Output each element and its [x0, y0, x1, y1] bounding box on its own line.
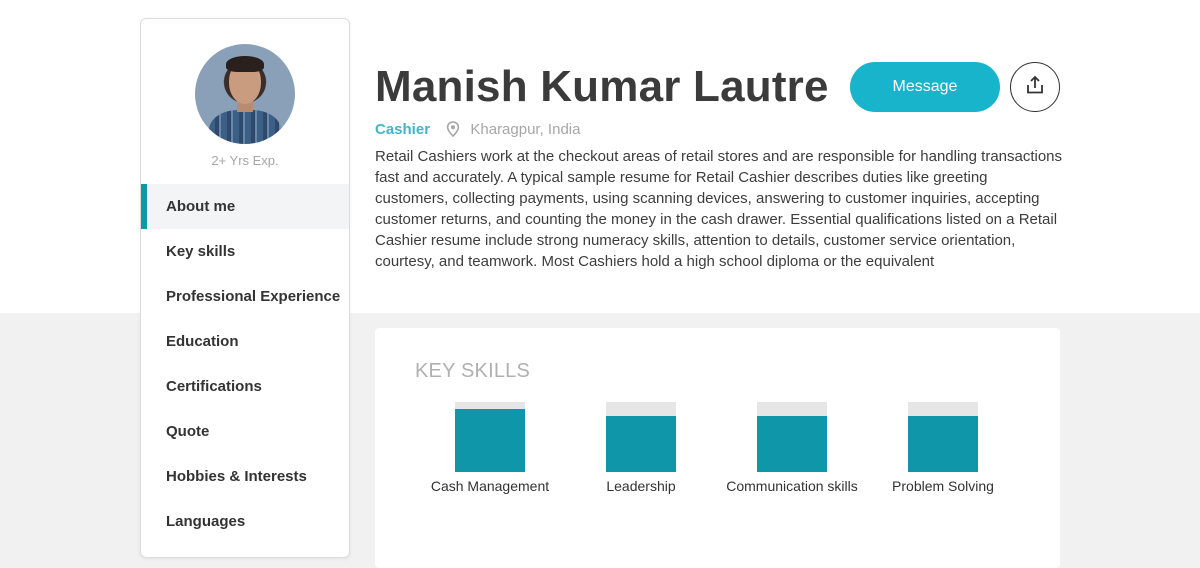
- sidebar-item-about-me[interactable]: About me: [141, 184, 349, 229]
- sidebar-item-languages[interactable]: Languages: [141, 499, 349, 544]
- message-button[interactable]: Message: [850, 62, 1000, 112]
- profile-sidebar: 2+ Yrs Exp. About me Key skills Professi…: [140, 18, 350, 558]
- avatar-shirt: [209, 110, 281, 144]
- skill-item: Cash Management: [420, 402, 560, 495]
- profile-subline: Cashier Kharagpur, India: [375, 120, 580, 140]
- skill-bar-track: [606, 402, 676, 472]
- sidebar-item-hobbies-interests[interactable]: Hobbies & Interests: [141, 454, 349, 499]
- skill-bar-fill: [908, 416, 978, 472]
- profile-location: Kharagpur, India: [470, 120, 581, 138]
- sidebar-item-quote[interactable]: Quote: [141, 409, 349, 454]
- skill-item: Communication skills: [722, 402, 862, 495]
- skill-bar-fill: [455, 409, 525, 472]
- sidebar-nav: About me Key skills Professional Experie…: [141, 184, 349, 544]
- skill-label: Cash Management: [430, 478, 550, 494]
- profile-role: Cashier: [375, 120, 431, 138]
- location-pin-icon: [446, 121, 460, 138]
- skill-label: Leadership: [606, 478, 676, 494]
- sidebar-item-education[interactable]: Education: [141, 319, 349, 364]
- key-skills-card: KEY SKILLS Cash Management Leadership Co…: [375, 328, 1060, 568]
- skill-bar-track: [455, 402, 525, 472]
- profile-bio: Retail Cashiers work at the checkout are…: [375, 148, 1063, 270]
- skill-bar-track: [757, 402, 827, 472]
- skill-bar-fill: [606, 416, 676, 472]
- experience-label: 2+ Yrs Exp.: [211, 153, 279, 168]
- sidebar-item-certifications[interactable]: Certifications: [141, 364, 349, 409]
- skill-item: Leadership: [571, 402, 711, 495]
- share-icon: [1025, 75, 1045, 100]
- share-button[interactable]: [1010, 62, 1060, 112]
- skill-item: Problem Solving: [873, 402, 1013, 495]
- avatar-hair: [226, 56, 264, 72]
- sidebar-item-key-skills[interactable]: Key skills: [141, 229, 349, 274]
- key-skills-title: KEY SKILLS: [415, 360, 531, 382]
- sidebar-item-professional-experience[interactable]: Professional Experience: [141, 274, 349, 319]
- avatar: [195, 44, 295, 144]
- skill-bar-track: [908, 402, 978, 472]
- profile-name: Manish Kumar Lautre: [375, 62, 829, 111]
- skill-bar-fill: [757, 416, 827, 472]
- skill-label: Communication skills: [726, 478, 858, 494]
- skill-label: Problem Solving: [892, 478, 994, 494]
